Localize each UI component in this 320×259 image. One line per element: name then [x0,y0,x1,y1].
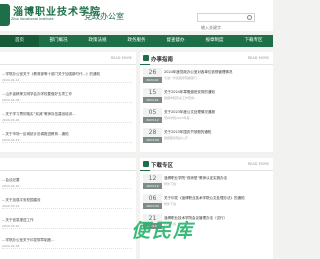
list-item[interactable]: …学院办公室关于《教育部等十部门关于加强新时代…》的通知 2024-04-12 [2,70,132,83]
list-item-title[interactable]: 2024年度党政办公室对各单位依规管理情况 [164,70,270,75]
date-box: 06 2023-09 [143,194,162,209]
guide-panel-title: 办事指南 [151,57,174,63]
list-item-date: 2024-03-22 [2,204,20,208]
list-item-summary: 附件下载 [164,202,177,206]
list-item-summary: 现将学院2023年度… [164,116,193,120]
list-item-date: 2024-03-26 [2,118,20,122]
list-item-date: 2024-04-08 [2,98,20,102]
list-item-title[interactable]: …学院办公室关于《教育部等十部门关于加强新时代…》的通知 [2,72,132,77]
date-day: 05 [148,109,157,116]
guide-panel: 办事指南 READ MORE 26 2024-01 2024年度党政办公室对各单… [140,52,273,152]
list-item-title[interactable]: …山东省精神文明学会办学校要做好五项工作 [2,92,132,97]
download-panel-title: 下载专区 [151,163,174,169]
list-item[interactable]: 05 2023-12 关于2023年度公文处理情况通报 现将学院2023年度… [143,108,270,124]
download-panel-header: 下载专区 READ MORE [140,158,273,171]
date-month: 2023-09 [143,137,162,143]
list-item[interactable]: …关于市场一区域统计协调推进教育…通知 2024-03-19 [2,130,132,143]
list-item-title[interactable]: 关于印发《淄博职业技术学院公文处理办法》的通知 [164,196,270,201]
date-box: 12 2023-10 [143,174,162,189]
list-item-title[interactable]: 关于2023年度公文处理情况通报 [164,110,270,115]
date-month: 2024-01 [143,97,162,103]
list-item[interactable]: 12 2023-10 淄博职业学院“双师型”教师认定实施办法 附件下载 [143,174,270,190]
nav-item-download[interactable]: 下载专区 [234,35,273,47]
date-box: 15 2024-01 [143,88,162,103]
list-item[interactable]: …学院办公室关于印发规章制度… 2024-02-28 [2,236,132,249]
list-item-summary: 附件下载 [164,182,177,186]
list-item-title[interactable]: 关于2024年寒假值班安排的通知 [164,90,270,95]
date-day: 28 [148,129,157,136]
news-panel: READ MORE …学院办公室关于《教育部等十部门关于加强新时代…》的通知 2… [0,52,136,152]
list-item-date: 2024-02-28 [2,244,20,248]
list-item[interactable]: 26 2024-01 2024年度党政办公室对各单位依规管理情况 为进一步加强学… [143,68,270,84]
search-box [197,13,255,31]
date-day: 06 [148,195,157,202]
rules-panel-header [0,158,136,171]
office-name: 党政办公室 [84,12,124,21]
date-month: 2023-10 [143,183,162,189]
news-panel-header: READ MORE [0,52,136,65]
list-item[interactable]: …关于加强平安校园建设 2024-03-22 [2,196,132,209]
date-month: 2023-09 [143,203,162,209]
list-item-title[interactable]: …关于学习贯彻落实“双减”教师队伍建设培训… [2,112,132,117]
guide-panel-header: 办事指南 READ MORE [140,52,273,65]
date-box: 28 2023-09 [143,128,162,143]
date-box: 05 2023-12 [143,108,162,123]
search-icon[interactable] [247,15,252,20]
guide-read-more[interactable]: READ MORE [248,56,269,60]
list-item-title[interactable]: …关于市场一区域统计协调推进教育…通知 [2,132,132,137]
list-item[interactable]: 06 2023-09 关于印发《淄博职业技术学院公文处理办法》的通知 附件下载 [143,194,270,210]
list-item-title[interactable]: …关于信息报送工作 [2,218,132,223]
date-day: 15 [148,89,157,96]
download-read-more[interactable]: READ MORE [248,162,269,166]
guide-title-icon [143,55,149,61]
download-title-icon [143,161,149,167]
news-read-more[interactable]: READ MORE [111,56,132,60]
rules-panel: …会议纪要 2024-04-10 …关于加强平安校园建设 2024-03-22 … [0,158,136,259]
site-header: 淄博职业技术学院 Zibo Vocational Institute 党政办公室 [0,0,273,31]
list-item-date: 2024-03-10 [2,224,20,228]
date-month: 2024-01 [143,77,162,83]
nav-item-policy[interactable]: 政策法规 [78,35,117,47]
list-item-summary: 为进一步加强学院各部门… [164,76,201,80]
title-underline [140,64,150,65]
date-month: 2023-12 [143,117,162,123]
list-item-date: 2024-04-12 [2,78,20,82]
list-item-summary: 根据国务院办公厅… [164,136,192,140]
list-item-title[interactable]: 淄博职业学院“双师型”教师认定实施办法 [164,176,270,181]
nav-item-supervision[interactable]: 督查督办 [156,35,195,47]
date-day: 26 [148,69,157,76]
list-item[interactable]: …关于学习贯彻落实“双减”教师队伍建设培训… 2024-03-26 [2,110,132,123]
list-item-summary: 根据学院有关工作安排… [164,96,198,100]
date-day: 12 [148,175,157,182]
list-item[interactable]: …会议纪要 2024-04-10 [2,176,132,189]
list-item[interactable]: …关于信息报送工作 2024-03-10 [2,216,132,229]
watermark: 便民库 [131,220,195,242]
title-underline [140,170,150,171]
list-item-title[interactable]: …会议纪要 [2,178,132,183]
download-panel: 下载专区 READ MORE 12 2023-10 淄博职业学院“双师型”教师认… [140,158,273,259]
nav-item-home[interactable]: 首页 [0,35,39,47]
nav-item-service[interactable]: 政务服务 [117,35,156,47]
main-nav: 首页 部门概况 政策法规 政务服务 督查督办 规章制度 下载专区 [0,35,273,47]
list-item-date: 2024-03-19 [2,138,20,142]
school-name-en: Zibo Vocational Institute [11,17,54,21]
list-item-title[interactable]: 关于2023年国庆节放假的通知 [164,130,270,135]
nav-item-rules[interactable]: 规章制度 [195,35,234,47]
list-item-title[interactable]: …关于加强平安校园建设 [2,198,132,203]
list-item[interactable]: 15 2024-01 关于2024年寒假值班安排的通知 根据学院有关工作安排… [143,88,270,104]
list-item[interactable]: 28 2023-09 关于2023年国庆节放假的通知 根据国务院办公厅… [143,128,270,144]
nav-item-about[interactable]: 部门概况 [39,35,78,47]
search-input[interactable] [198,24,247,31]
list-item-date: 2024-04-10 [2,184,20,188]
list-item[interactable]: …山东省精神文明学会办学校要做好五项工作 2024-04-08 [2,90,132,103]
list-item-title[interactable]: …学院办公室关于印发规章制度… [2,238,132,243]
school-logo[interactable] [0,4,10,26]
date-box: 26 2024-01 [143,68,162,83]
